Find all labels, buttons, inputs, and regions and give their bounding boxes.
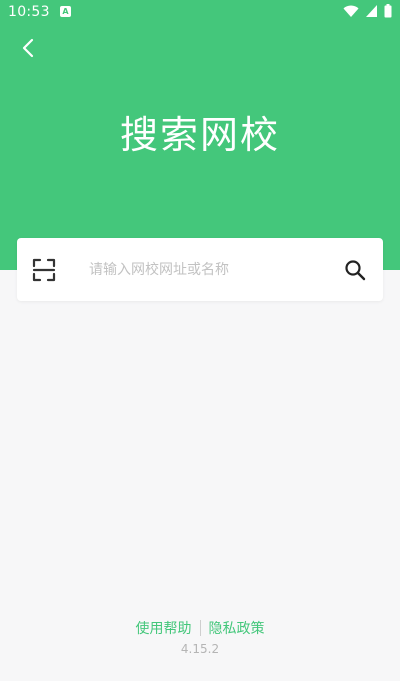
search-card bbox=[17, 238, 383, 301]
help-link[interactable]: 使用帮助 bbox=[136, 618, 192, 638]
search-icon bbox=[345, 260, 366, 281]
status-time: 10:53 bbox=[8, 4, 50, 20]
header-banner: 10:53 A 搜索网校 bbox=[0, 0, 400, 270]
privacy-policy-link[interactable]: 隐私政策 bbox=[209, 618, 265, 638]
page-title: 搜索网校 bbox=[119, 113, 280, 157]
footer-links: 使用帮助 隐私政策 bbox=[0, 618, 400, 638]
back-button[interactable] bbox=[14, 34, 42, 62]
search-button[interactable] bbox=[343, 258, 367, 282]
status-bar: 10:53 A bbox=[0, 0, 400, 26]
scan-button[interactable] bbox=[31, 257, 57, 283]
back-icon bbox=[22, 38, 34, 58]
footer-divider bbox=[199, 620, 201, 636]
notification-icon: A bbox=[60, 6, 71, 17]
wifi-icon bbox=[343, 5, 359, 17]
scan-icon bbox=[32, 258, 56, 282]
version-label: 4.15.2 bbox=[180, 642, 220, 656]
signal-icon bbox=[366, 5, 377, 17]
battery-icon bbox=[384, 4, 392, 18]
search-input[interactable] bbox=[89, 256, 329, 284]
status-icons bbox=[343, 4, 392, 18]
